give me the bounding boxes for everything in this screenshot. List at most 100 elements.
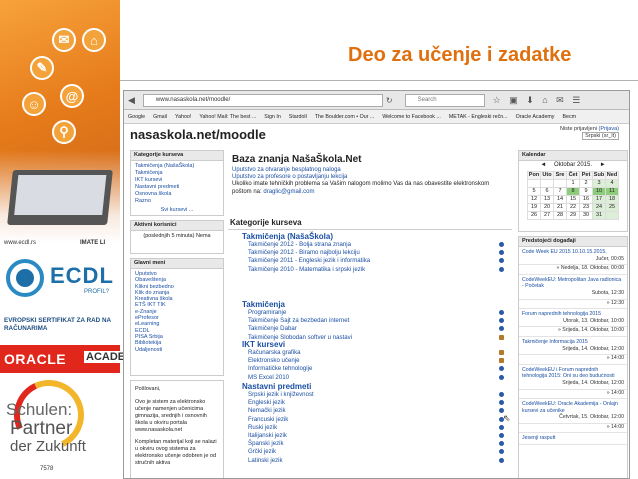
course-link[interactable]: Takmičenje 2010 - Matematika i srpski je… bbox=[242, 266, 504, 274]
calendar-day[interactable]: 2 bbox=[579, 179, 593, 188]
course-link[interactable]: Ruski jezik bbox=[242, 424, 504, 432]
calendar-day[interactable]: 30 bbox=[579, 211, 593, 220]
calendar-day[interactable] bbox=[553, 179, 567, 188]
calendar-day[interactable]: 11 bbox=[605, 187, 619, 196]
course-name[interactable]: Nemački jezik bbox=[248, 407, 286, 414]
bookmark-item[interactable]: Google bbox=[128, 114, 145, 120]
course-link[interactable]: Informatičke tehnologije bbox=[242, 365, 504, 373]
calendar-day[interactable]: 4 bbox=[605, 179, 619, 188]
bookmark-item[interactable]: Gmail bbox=[153, 114, 167, 120]
calendar-day[interactable]: 8 bbox=[566, 187, 580, 196]
category-heading[interactable]: Takmičenja (NašaŠkola) bbox=[242, 232, 504, 241]
calendar-day[interactable]: 13 bbox=[540, 195, 554, 204]
calendar-day[interactable]: 27 bbox=[540, 211, 554, 220]
course-link[interactable]: Srpski jezik i književnost bbox=[242, 391, 504, 399]
course-info-icon[interactable] bbox=[499, 457, 504, 463]
instruction-link-1[interactable]: Uputstvo za otvaranje besplatnog naloga bbox=[232, 167, 510, 174]
course-link[interactable]: Takmičenje Sajt za bezbedan internet bbox=[242, 317, 504, 325]
support-email-link[interactable]: draglic@gmail.com bbox=[263, 189, 314, 195]
course-name[interactable]: Elektronsko učenje bbox=[248, 357, 300, 364]
main-menu-item[interactable]: Udaljenosti bbox=[135, 347, 219, 353]
course-link[interactable]: Takmičenje Dabar bbox=[242, 325, 504, 333]
course-info-icon[interactable] bbox=[499, 266, 504, 272]
calendar-day[interactable]: 15 bbox=[566, 195, 580, 204]
calendar-day[interactable]: 10 bbox=[592, 187, 606, 196]
course-info-icon[interactable] bbox=[499, 334, 504, 340]
bookmark-item[interactable]: The Boulder.com • Our ... bbox=[315, 114, 375, 120]
bookmark-item[interactable]: Becm bbox=[562, 114, 576, 120]
course-link[interactable]: Grčki jezik bbox=[242, 448, 504, 456]
event-name-link[interactable]: Jesenji rasputt bbox=[522, 435, 624, 442]
calendar-day[interactable]: 14 bbox=[553, 195, 567, 204]
course-name[interactable]: Italijanski jezik bbox=[248, 432, 287, 439]
reload-icon[interactable]: ↻ bbox=[386, 96, 393, 105]
address-bar[interactable]: www.nasaskola.net/moodle/ bbox=[142, 93, 383, 107]
course-info-icon[interactable] bbox=[499, 400, 504, 406]
calendar-day[interactable]: 20 bbox=[540, 203, 554, 212]
calendar-day[interactable]: 28 bbox=[553, 211, 567, 220]
all-courses-link[interactable]: Svi kursevi ... bbox=[135, 207, 219, 214]
calendar-day[interactable]: 12 bbox=[527, 195, 541, 204]
calendar-day[interactable]: 26 bbox=[527, 211, 541, 220]
event-name-link[interactable]: Forum naprednih tehnologija 2015 bbox=[522, 311, 624, 318]
toolbar-icons[interactable]: ☆ ▣ ⬇ ⌂ ✉ ☰ bbox=[493, 95, 584, 106]
course-info-icon[interactable] bbox=[499, 358, 504, 364]
search-input[interactable]: Search bbox=[404, 93, 485, 107]
course-name[interactable]: Takmičenje 2011 - Engleski jezik i infor… bbox=[248, 257, 370, 264]
course-link[interactable]: Engleski jezik bbox=[242, 399, 504, 407]
course-name[interactable]: Takmičenje 2012 - Biramo najbolju lekcij… bbox=[248, 249, 360, 256]
calendar-day[interactable]: 16 bbox=[579, 195, 593, 204]
calendar-day[interactable]: 19 bbox=[527, 203, 541, 212]
course-info-icon[interactable] bbox=[499, 424, 504, 430]
course-info-icon[interactable] bbox=[499, 441, 504, 447]
calendar-day[interactable] bbox=[540, 179, 554, 188]
calendar-day[interactable]: 18 bbox=[605, 195, 619, 204]
calendar-day[interactable]: 7 bbox=[553, 187, 567, 196]
course-info-icon[interactable] bbox=[499, 310, 504, 315]
course-name[interactable]: Španski jezik bbox=[248, 440, 284, 447]
bookmark-item[interactable]: Oracle Academy bbox=[516, 114, 555, 120]
course-link[interactable]: Takmičenje 2012 - Bolja strana znanja bbox=[242, 241, 504, 249]
course-info-icon[interactable] bbox=[499, 433, 504, 439]
category-heading[interactable]: IKT kursevi bbox=[242, 340, 504, 349]
course-info-icon[interactable] bbox=[499, 350, 504, 355]
course-info-icon[interactable] bbox=[499, 392, 504, 397]
course-info-icon[interactable] bbox=[499, 242, 504, 247]
course-link[interactable]: Takmičenje 2012 - Biramo najbolju lekcij… bbox=[242, 249, 504, 257]
calendar-day[interactable]: 6 bbox=[540, 187, 554, 196]
course-name[interactable]: MS Excel 2010 bbox=[248, 374, 289, 381]
category-link[interactable]: Osnovna škola bbox=[135, 191, 219, 198]
course-info-icon[interactable] bbox=[499, 250, 504, 256]
calendar-day[interactable]: 9 bbox=[579, 187, 593, 196]
language-select[interactable]: Srpski (sr_lt) bbox=[582, 132, 619, 140]
course-name[interactable]: Programiranje bbox=[248, 309, 286, 316]
category-heading[interactable]: Nastavni predmeti bbox=[242, 382, 504, 391]
category-heading[interactable]: Takmičenja bbox=[242, 300, 504, 309]
course-info-icon[interactable] bbox=[499, 318, 504, 324]
event-name-link[interactable]: CodeWeekEU: Metropolitan Java radionica … bbox=[522, 277, 624, 290]
course-link[interactable]: Programiranje bbox=[242, 309, 504, 317]
course-name[interactable]: Računarska grafika bbox=[248, 349, 301, 356]
course-link[interactable]: Italijanski jezik bbox=[242, 432, 504, 440]
course-name[interactable]: Engleski jezik bbox=[248, 399, 285, 406]
course-name[interactable]: Takmičenje 2010 - Matematika i srpski je… bbox=[248, 266, 365, 273]
calendar-day[interactable] bbox=[605, 211, 619, 220]
calendar-day[interactable]: 1 bbox=[566, 179, 580, 188]
next-month-icon[interactable]: ► bbox=[600, 162, 606, 168]
calendar-day[interactable]: 17 bbox=[592, 195, 606, 204]
instruction-link-2[interactable]: Uputstvo za profesore o postavljanju lek… bbox=[232, 174, 510, 181]
course-link[interactable]: Španski jezik bbox=[242, 440, 504, 448]
calendar-day[interactable]: 21 bbox=[553, 203, 567, 212]
course-info-icon[interactable] bbox=[499, 258, 504, 264]
category-link[interactable]: Razno bbox=[135, 198, 219, 205]
course-name[interactable]: Takmičenje 2012 - Bolja strana znanja bbox=[248, 241, 351, 248]
prev-month-icon[interactable]: ◄ bbox=[540, 162, 546, 168]
bookmark-item[interactable]: Stardoll bbox=[289, 114, 307, 120]
course-info-icon[interactable] bbox=[499, 366, 504, 372]
course-name[interactable]: Srpski jezik i književnost bbox=[248, 391, 314, 398]
category-link[interactable]: Takmičenja (NašaŠkola) bbox=[135, 163, 219, 170]
course-info-icon[interactable] bbox=[499, 326, 504, 332]
calendar-day[interactable]: 23 bbox=[579, 203, 593, 212]
course-name[interactable]: Francuski jezik bbox=[248, 416, 288, 423]
calendar-day[interactable]: 3 bbox=[592, 179, 606, 188]
